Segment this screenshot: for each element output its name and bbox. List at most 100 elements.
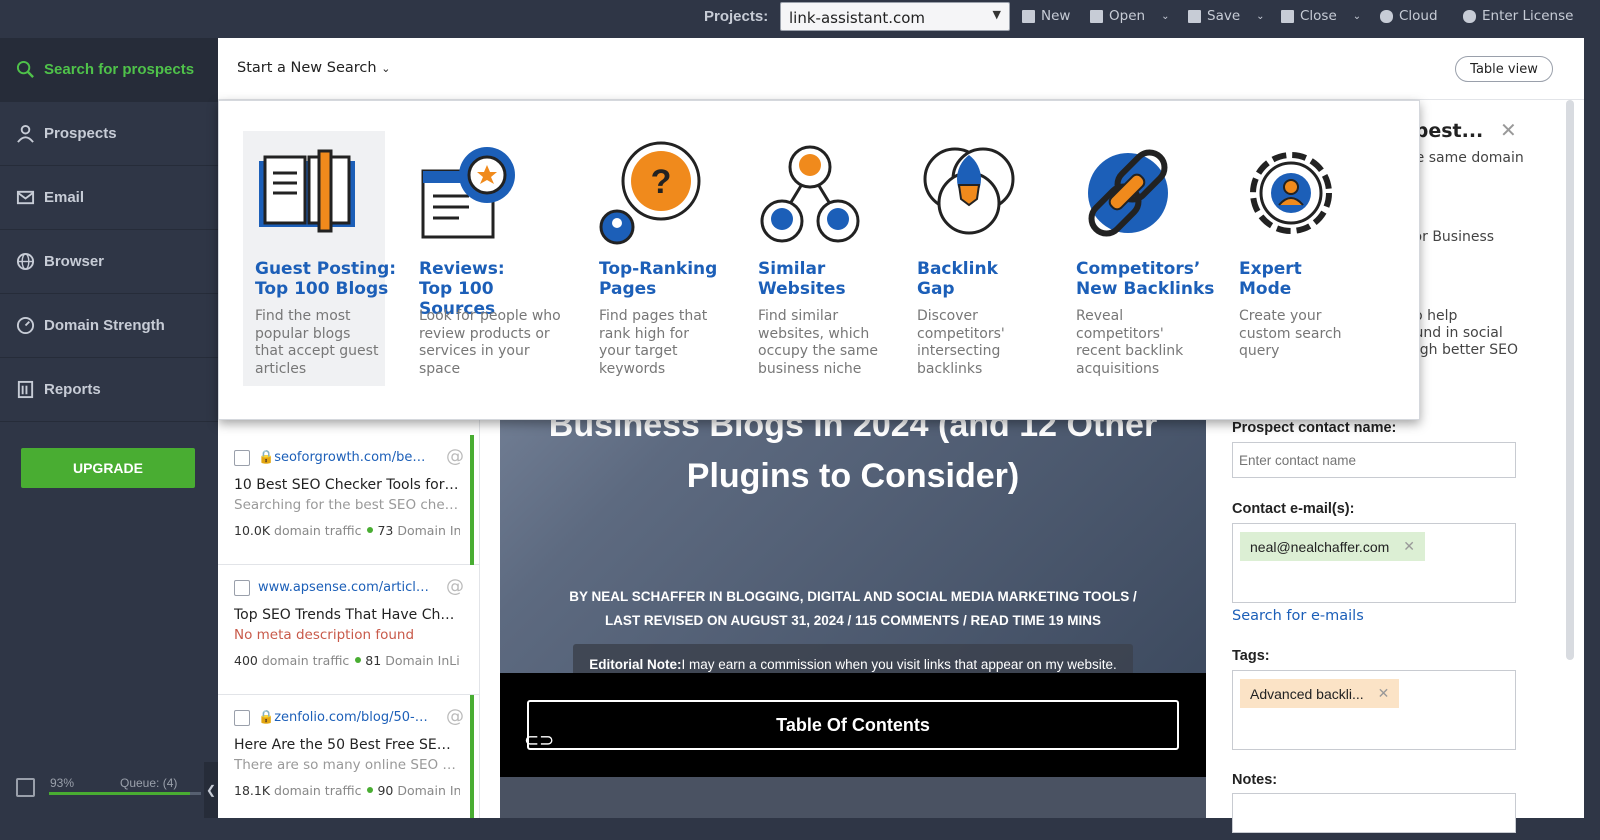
tag-chip-text: Advanced backli... bbox=[1250, 685, 1364, 702]
menu-item-title: Guest Posting: Top 100 Blogs bbox=[255, 259, 405, 299]
menu-item-expert-mode[interactable]: Expert Mode Create your custom search query bbox=[1227, 131, 1367, 386]
close-icon[interactable]: ✕ bbox=[1500, 118, 1517, 143]
email-label: Contact e-mail(s): bbox=[1232, 501, 1355, 517]
prospect-url[interactable]: 🔒seoforgrowth.com/best-... bbox=[258, 450, 432, 465]
menu-item-top-ranking-pages[interactable]: ? Top-Ranking Pages Find pages that rank h… bbox=[587, 131, 727, 386]
enter-license-button[interactable]: Enter License bbox=[1463, 8, 1573, 24]
table-of-contents: Table Of Contents ⊂⊃ bbox=[500, 673, 1206, 777]
at-icon[interactable]: @ bbox=[446, 706, 464, 727]
menu-item-description: Look for people who review products or ser… bbox=[419, 308, 561, 378]
prospect-url[interactable]: 🔒zenfolio.com/blog/50-b... bbox=[258, 710, 432, 725]
menu-item-similar-websites[interactable]: Similar Websites Find similar websites, wh… bbox=[746, 131, 886, 386]
status-bar bbox=[470, 435, 474, 565]
desc-line: intersecting bbox=[917, 343, 1001, 359]
progress-bar bbox=[49, 792, 201, 795]
table-view-button[interactable]: Table view bbox=[1455, 56, 1553, 82]
url-text: seoforgrowth.com/best-... bbox=[274, 450, 432, 465]
sidebar-item-reports[interactable]: Reports bbox=[0, 358, 218, 422]
sidebar-item-domain-strength[interactable]: Domain Strength bbox=[0, 294, 218, 358]
meta-line: LAST REVISED ON AUGUST 31, 2024 / 115 CO… bbox=[604, 613, 1102, 628]
menu-item-competitors-new-backlinks[interactable]: Competitors’ New Backlinks Reveal competit… bbox=[1064, 131, 1214, 386]
traffic-value: 400 bbox=[234, 653, 258, 668]
scrollbar[interactable] bbox=[1566, 100, 1574, 660]
save-button[interactable]: Save ⌄ bbox=[1188, 8, 1265, 24]
lock-icon: 🔒 bbox=[258, 450, 275, 465]
prospect-metrics: 18.1K domain traffic 90 Domain In bbox=[234, 783, 460, 798]
sidebar-item-label: Domain Strength bbox=[44, 317, 165, 334]
at-icon[interactable]: @ bbox=[446, 446, 464, 467]
desc-line: keywords bbox=[599, 360, 666, 377]
queue-status[interactable]: 93% Queue: (4) bbox=[16, 774, 206, 814]
title-line: Guest Posting: bbox=[255, 259, 397, 279]
at-icon[interactable]: @ bbox=[446, 576, 464, 597]
prospect-description: There are so many online SEO to... bbox=[234, 757, 460, 773]
remove-icon[interactable]: ✕ bbox=[1378, 685, 1390, 702]
desc-line: review products or bbox=[419, 325, 550, 342]
sidebar-item-search-for-prospects[interactable]: Search for prospects bbox=[0, 38, 218, 102]
desc-line: custom search bbox=[1239, 325, 1342, 342]
strength-value: 90 bbox=[377, 783, 394, 798]
desc-line: popular blogs bbox=[255, 325, 351, 342]
strength-label: Domain InLi bbox=[385, 653, 460, 668]
chevron-down-icon[interactable]: ⌄ bbox=[1256, 11, 1264, 22]
new-label: New bbox=[1041, 8, 1071, 24]
strength-label: Domain In bbox=[397, 523, 460, 538]
remove-icon[interactable]: ✕ bbox=[1403, 538, 1415, 555]
list-item[interactable]: 🔒seoforgrowth.com/best-... @ 10 Best SEO… bbox=[218, 435, 479, 565]
cloud-button[interactable]: Cloud bbox=[1380, 8, 1438, 24]
prospect-url[interactable]: www.apsense.com/article/t... bbox=[258, 580, 432, 595]
list-item[interactable]: www.apsense.com/article/t... @ Top SEO T… bbox=[218, 565, 479, 695]
checkbox[interactable] bbox=[234, 580, 250, 596]
title-line: Top 100 Blogs bbox=[255, 279, 389, 299]
upgrade-button[interactable]: UPGRADE bbox=[21, 448, 195, 488]
contact-name-label: Prospect contact name: bbox=[1232, 420, 1397, 436]
chevron-down-icon[interactable]: ⌄ bbox=[1353, 11, 1361, 22]
new-button[interactable]: New bbox=[1022, 8, 1070, 24]
close-button[interactable]: Close ⌄ bbox=[1281, 8, 1361, 24]
menu-item-title: Competitors’ New Backlinks bbox=[1076, 259, 1226, 299]
menu-item-backlink-gap[interactable]: Backlink Gap Discover competitors' intersec… bbox=[905, 131, 1045, 386]
status-bar bbox=[470, 695, 474, 818]
search-emails-link[interactable]: Search for e-mails bbox=[1232, 608, 1364, 624]
sidebar-item-label: Email bbox=[44, 189, 85, 206]
menu-item-reviews[interactable]: Reviews: Top 100 Sources Look for people … bbox=[407, 131, 567, 386]
menu-item-description: Find similar websites, which occupy the sa… bbox=[758, 308, 878, 378]
desc-line: Find pages that bbox=[599, 308, 708, 324]
url-text: zenfolio.com/blog/50-b... bbox=[274, 710, 432, 725]
list-item[interactable]: 🔒zenfolio.com/blog/50-b... @ Here Are th… bbox=[218, 695, 479, 818]
contact-name-field[interactable] bbox=[1232, 442, 1516, 478]
tag-chip: Advanced backli... ✕ bbox=[1240, 679, 1400, 708]
sidebar-item-prospects[interactable]: Prospects bbox=[0, 102, 218, 166]
desc-line: recent backlink bbox=[1076, 343, 1184, 359]
projects-label: Projects: bbox=[704, 8, 769, 25]
notes-field[interactable] bbox=[1232, 793, 1516, 833]
desc-line: Look for people who bbox=[419, 308, 561, 324]
toc-box[interactable]: Table Of Contents bbox=[527, 700, 1179, 750]
menu-item-description: Reveal competitors' recent backlink acquisi… bbox=[1076, 308, 1183, 378]
sidebar-item-browser[interactable]: Browser bbox=[0, 230, 218, 294]
open-button[interactable]: Open ⌄ bbox=[1090, 8, 1169, 24]
desc-line: services in your bbox=[419, 343, 530, 359]
sidebar-item-email[interactable]: Email bbox=[0, 166, 218, 230]
notes-label: Notes: bbox=[1232, 772, 1278, 788]
project-select[interactable]: link-assistant.com ▼ bbox=[780, 2, 1010, 31]
desc-line: space bbox=[419, 360, 461, 377]
sidebar-item-label: Search for prospects bbox=[44, 61, 195, 78]
progress-fill bbox=[49, 792, 191, 795]
menu-item-description: Find the most popular blogs that accept gu… bbox=[255, 308, 378, 378]
new-search-dropdown[interactable]: Start a New Search ⌄ bbox=[237, 60, 390, 76]
checkbox[interactable] bbox=[234, 710, 250, 726]
menu-item-guest-posting[interactable]: Guest Posting: Top 100 Blogs Find the mos… bbox=[243, 131, 396, 386]
chevron-down-icon[interactable]: ⌄ bbox=[1161, 11, 1169, 22]
collapse-sidebar-button[interactable]: ❮ bbox=[204, 762, 218, 818]
desc-line: competitors' bbox=[1076, 325, 1164, 342]
strength-value: 73 bbox=[377, 523, 394, 538]
folder-icon bbox=[1090, 9, 1103, 23]
sidebar-item-label: Browser bbox=[44, 253, 105, 270]
menu-item-title: Similar Websites bbox=[758, 259, 908, 299]
desc-line: occupy the same bbox=[758, 343, 879, 359]
meta-line: BY NEAL SCHAFFER IN BLOGGING, DIGITAL AN… bbox=[569, 589, 1137, 604]
title-line: Reviews: bbox=[419, 259, 505, 279]
checkbox[interactable] bbox=[234, 450, 250, 466]
desc-line: rank high for bbox=[599, 325, 689, 342]
